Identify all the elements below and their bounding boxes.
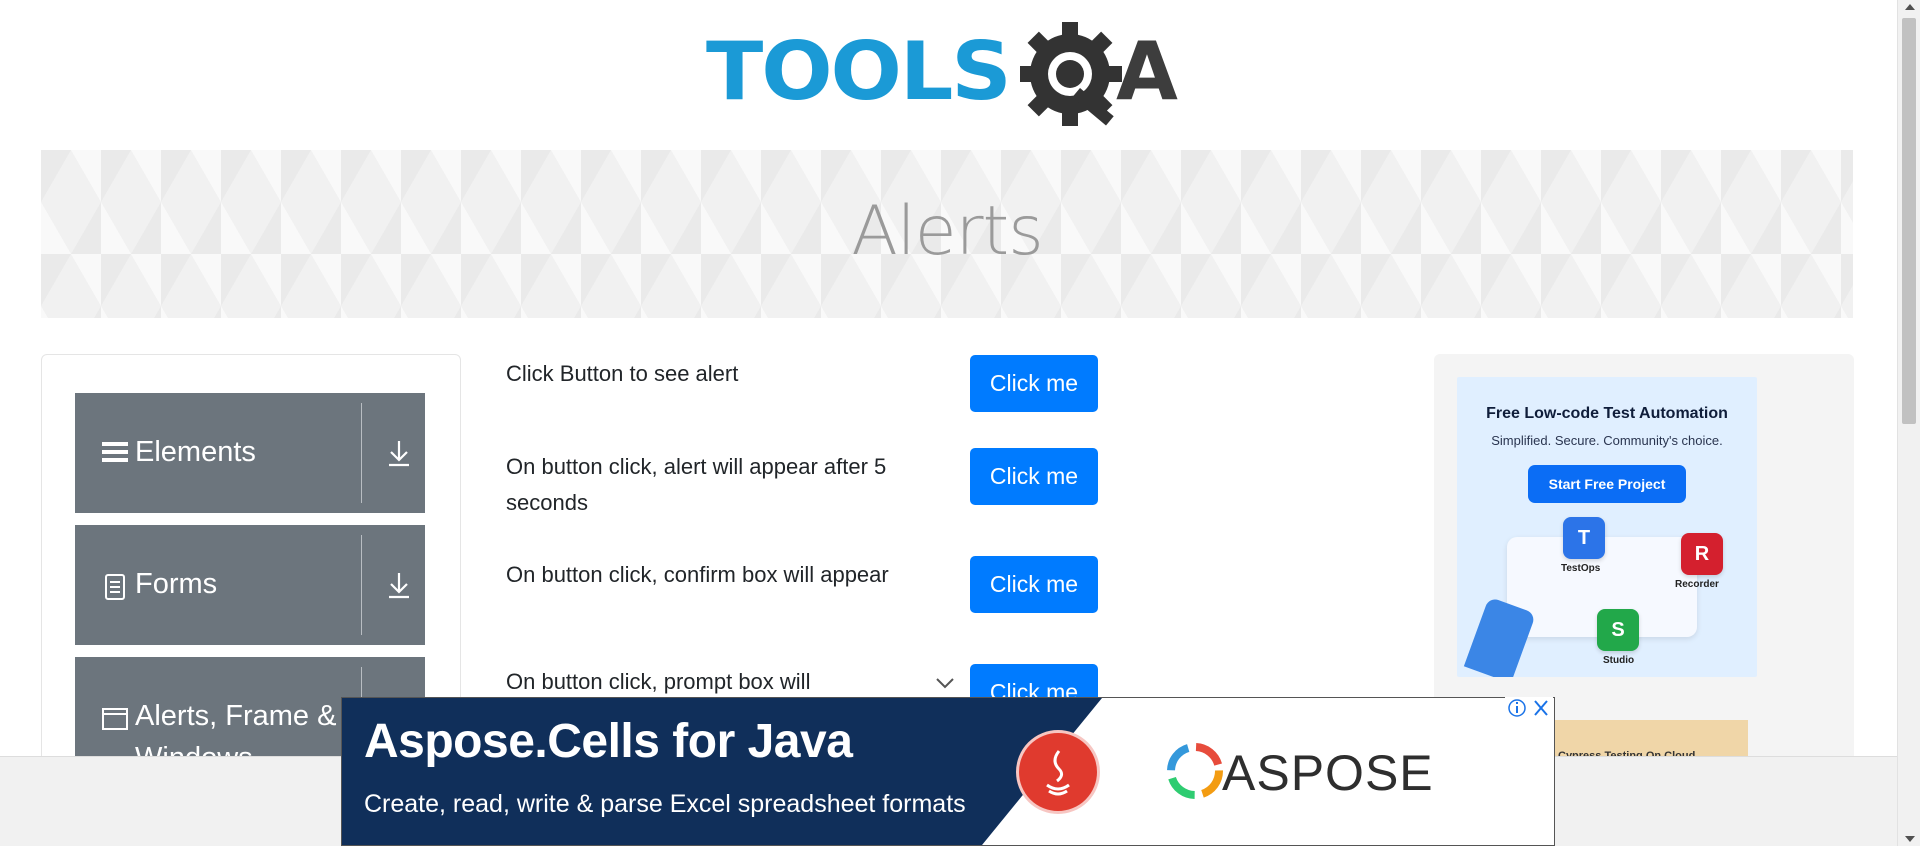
- aspose-logo-icon: [1167, 743, 1223, 799]
- page-title: Alerts: [851, 192, 1043, 271]
- ad-info-close-icon[interactable]: [1505, 697, 1553, 719]
- hamburger-icon: [102, 442, 128, 462]
- ad-title: Aspose.Cells for Java: [364, 715, 853, 768]
- divider: [361, 535, 362, 635]
- scroll-down-icon[interactable]: [1905, 836, 1915, 842]
- aspose-brand: ASPOSE: [1222, 745, 1434, 801]
- toolsqa-logo[interactable]: TOOLS A: [706, 22, 1192, 136]
- ad-label: Studio: [1603, 655, 1635, 666]
- chevron-down-icon[interactable]: [935, 676, 955, 690]
- document-icon: [105, 574, 125, 600]
- scroll-thumb[interactable]: [1902, 18, 1916, 424]
- prompt-row-text: On button click, prompt box will: [506, 669, 811, 694]
- cypress-ad[interactable]: Cypress Testing On Cloud: [1548, 720, 1748, 762]
- recorder-icon: R: [1681, 533, 1723, 575]
- alert-button[interactable]: Click me: [970, 355, 1098, 412]
- timer-alert-button[interactable]: Click me: [970, 448, 1098, 505]
- ad-subtitle: Create, read, write & parse Excel spread…: [364, 790, 966, 818]
- logo-a-text: A: [1116, 25, 1178, 118]
- studio-icon: S: [1597, 609, 1639, 651]
- start-free-project-button[interactable]: Start Free Project: [1528, 465, 1686, 503]
- group-label: Elements: [135, 436, 256, 468]
- alert-row-text: Click Button to see alert: [506, 361, 739, 386]
- aspose-ad[interactable]: Aspose.Cells for Java Create, read, writ…: [341, 697, 1555, 846]
- katalon-ad[interactable]: Free Low-code Test Automation Simplified…: [1457, 377, 1757, 677]
- confirm-row-text: On button click, confirm box will appear: [506, 562, 889, 587]
- group-elements[interactable]: Elements: [75, 393, 425, 513]
- group-forms[interactable]: Forms: [75, 525, 425, 645]
- divider: [361, 403, 362, 503]
- confirm-button[interactable]: Click me: [970, 556, 1098, 613]
- download-icon[interactable]: [385, 569, 413, 601]
- ad-tagline: Simplified. Secure. Community's choice.: [1491, 433, 1723, 448]
- logo-gear-icon: [1020, 22, 1122, 126]
- scroll-up-icon[interactable]: [1905, 4, 1915, 10]
- page-banner: Alerts: [41, 150, 1853, 318]
- timer-alert-row-text: On button click, alert will appear after…: [506, 454, 887, 515]
- ad-headline: Free Low-code Test Automation: [1486, 405, 1728, 422]
- vertical-scrollbar[interactable]: [1897, 0, 1920, 846]
- ad-label: Recorder: [1675, 579, 1719, 590]
- java-icon: [1016, 730, 1100, 814]
- window-icon: [102, 708, 128, 730]
- download-icon[interactable]: [385, 437, 413, 469]
- group-label: Forms: [135, 568, 218, 600]
- ad-label: TestOps: [1561, 563, 1601, 574]
- testops-icon: T: [1563, 517, 1605, 559]
- logo-tools-text: TOOLS: [706, 25, 1012, 118]
